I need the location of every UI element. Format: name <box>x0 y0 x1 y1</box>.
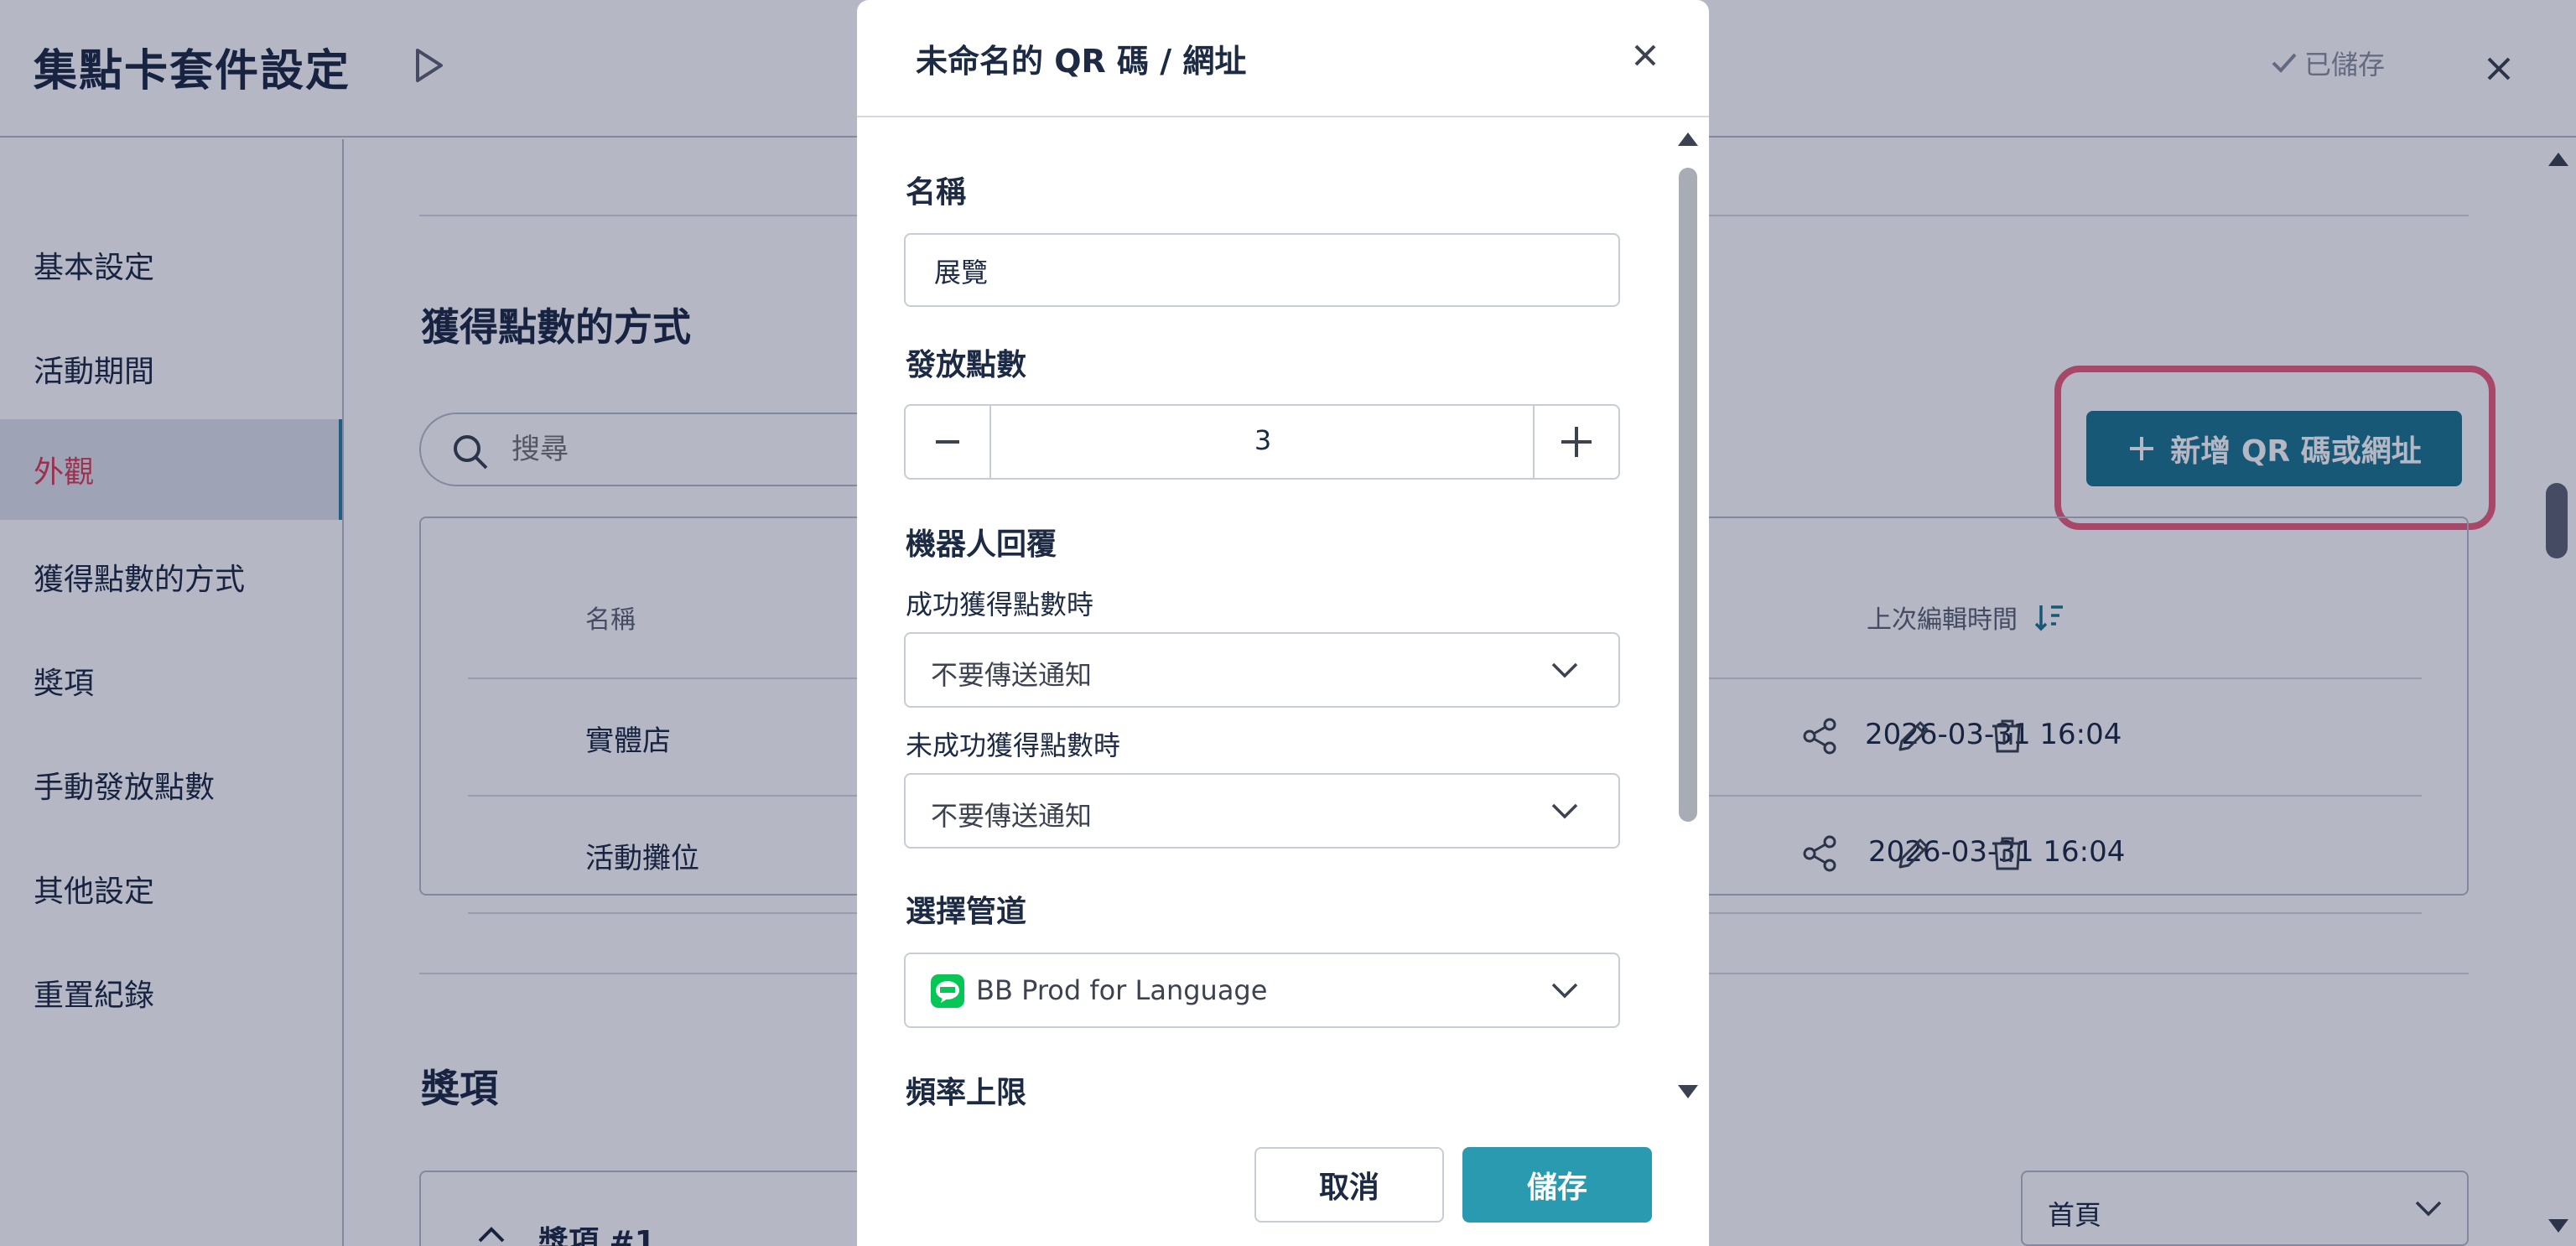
dialog-footer: 取消 儲存 <box>857 1115 1709 1246</box>
success-notify-select[interactable]: 不要傳送通知 <box>904 632 1620 708</box>
decrement-button[interactable] <box>906 406 991 478</box>
dialog-scroll-thumb[interactable] <box>1679 168 1697 822</box>
chevron-down-icon <box>1551 983 1578 999</box>
name-input[interactable] <box>934 248 1588 293</box>
dialog-title: 未命名的 QR 碼 / 網址 <box>916 43 1247 80</box>
channel-label: 選擇管道 <box>906 895 1027 929</box>
plus-icon <box>1561 427 1592 457</box>
dialog-scrollbar[interactable] <box>1669 117 1706 1115</box>
channel-value: BB Prod for Language <box>976 974 1268 1006</box>
qr-edit-dialog: 未命名的 QR 碼 / 網址 名稱 發放點數 3 機器人回覆 成功獲得點數時 <box>857 0 1709 1246</box>
success-label: 成功獲得點數時 <box>906 589 1094 620</box>
chevron-down-icon <box>1551 662 1578 678</box>
points-stepper[interactable]: 3 <box>904 404 1620 480</box>
points-label: 發放點數 <box>906 348 1027 382</box>
fail-notify-select[interactable]: 不要傳送通知 <box>904 773 1620 849</box>
fail-label: 未成功獲得點數時 <box>906 729 1121 761</box>
fail-notify-value: 不要傳送通知 <box>931 800 1093 832</box>
line-app-icon <box>931 974 964 1008</box>
minus-icon <box>936 440 959 444</box>
name-field[interactable] <box>904 233 1620 307</box>
name-label: 名稱 <box>906 175 967 210</box>
frequency-label: 頻率上限 <box>906 1076 1027 1110</box>
scroll-down-arrow-icon[interactable] <box>1675 1082 1701 1103</box>
channel-select[interactable]: BB Prod for Language <box>904 953 1620 1028</box>
save-button[interactable]: 儲存 <box>1462 1147 1652 1223</box>
increment-button[interactable] <box>1533 406 1618 478</box>
scroll-up-arrow-icon[interactable] <box>1675 127 1701 149</box>
points-value[interactable]: 3 <box>993 424 1533 456</box>
dialog-body: 名稱 發放點數 3 機器人回覆 成功獲得點數時 不要傳送通知 <box>857 117 1709 1115</box>
chevron-down-icon <box>1551 803 1578 819</box>
close-icon[interactable] <box>1627 37 1664 74</box>
success-notify-value: 不要傳送通知 <box>931 659 1093 691</box>
bot-reply-label: 機器人回覆 <box>906 527 1057 562</box>
cancel-button[interactable]: 取消 <box>1254 1147 1444 1223</box>
